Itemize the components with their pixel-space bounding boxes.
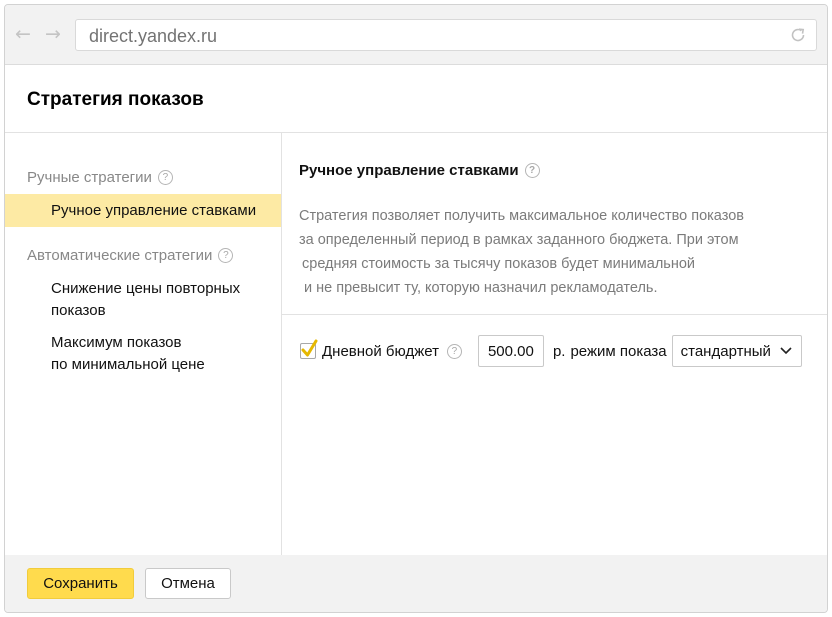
sidebar-item-label: Ручное управление ставками [51, 202, 257, 219]
address-bar[interactable]: direct.yandex.ru [75, 19, 817, 51]
strategy-title: Ручное управление ставками ? [299, 162, 540, 179]
sidebar-item-label: по минимальной цене [51, 356, 205, 373]
arrow-right-icon: → [45, 23, 61, 45]
address-url: direct.yandex.ru [89, 26, 218, 46]
help-icon[interactable]: ? [218, 248, 234, 263]
display-mode-select[interactable]: стандартный [671, 335, 802, 367]
manual-strategies-heading: Ручные стратегии ? [27, 169, 173, 186]
dialog-title: Стратегия показов [27, 89, 204, 110]
daily-budget-input[interactable] [477, 335, 544, 367]
strategy-details: Ручное управление ставками ? Стратегия п… [282, 133, 827, 555]
cancel-button[interactable]: Отмена [145, 568, 231, 599]
help-icon[interactable]: ? [524, 163, 540, 178]
help-icon[interactable]: ? [446, 343, 462, 359]
auto-strategies-heading: Автоматические стратегии ? [27, 247, 234, 264]
dialog-footer: Сохранить Отмена [5, 555, 827, 612]
strategy-description: Стратегия позволяет получить максимально… [299, 204, 799, 300]
description-line: средняя стоимость за тысячу показов буде… [302, 256, 696, 272]
strategy-title-text: Ручное управление ставками [299, 162, 519, 179]
sidebar-item-manual-bids[interactable]: Ручное управление ставками [5, 194, 281, 227]
browser-window: ← → direct.yandex.ru Стратегия показов Р… [4, 4, 828, 613]
sidebar-item-label: Максимум показов [51, 334, 182, 351]
browser-toolbar: ← → direct.yandex.ru [5, 5, 827, 65]
description-line: за определенный период в рамках заданног… [299, 232, 739, 248]
checkmark-icon [301, 339, 318, 357]
daily-budget-row: Дневной бюджет ? р. режим показа стандар… [300, 335, 802, 367]
help-icon[interactable]: ? [157, 170, 173, 185]
description-line: и не превысит ту, которую назначил рекла… [304, 280, 658, 296]
display-mode-value: стандартный [680, 342, 771, 360]
description-line: Стратегия позволяет получить максимально… [299, 208, 744, 224]
arrow-left-icon: ← [15, 23, 31, 45]
back-button[interactable]: ← [13, 24, 33, 44]
sidebar-item-repeat-price-drop[interactable]: Снижение цены повторных показов [5, 278, 281, 322]
currency-label: р. [552, 342, 566, 360]
daily-budget-checkbox[interactable] [300, 339, 318, 359]
strategy-sidebar: Ручные стратегии ? Ручное управление ста… [5, 133, 281, 555]
save-button[interactable]: Сохранить [27, 568, 134, 599]
daily-budget-label: Дневной бюджет [322, 342, 439, 360]
chevron-down-icon [780, 347, 792, 355]
sidebar-item-label: показов [51, 302, 106, 319]
auto-strategies-label: Автоматические стратегии [27, 247, 213, 264]
forward-button[interactable]: → [43, 24, 63, 44]
display-mode-label: режим показа [570, 342, 667, 360]
details-divider [282, 314, 827, 315]
sidebar-item-max-impressions[interactable]: Максимум показов по минимальной цене [5, 332, 281, 376]
reload-icon[interactable] [788, 25, 808, 45]
sidebar-item-label: Снижение цены повторных [51, 280, 241, 297]
manual-strategies-label: Ручные стратегии [27, 169, 152, 186]
